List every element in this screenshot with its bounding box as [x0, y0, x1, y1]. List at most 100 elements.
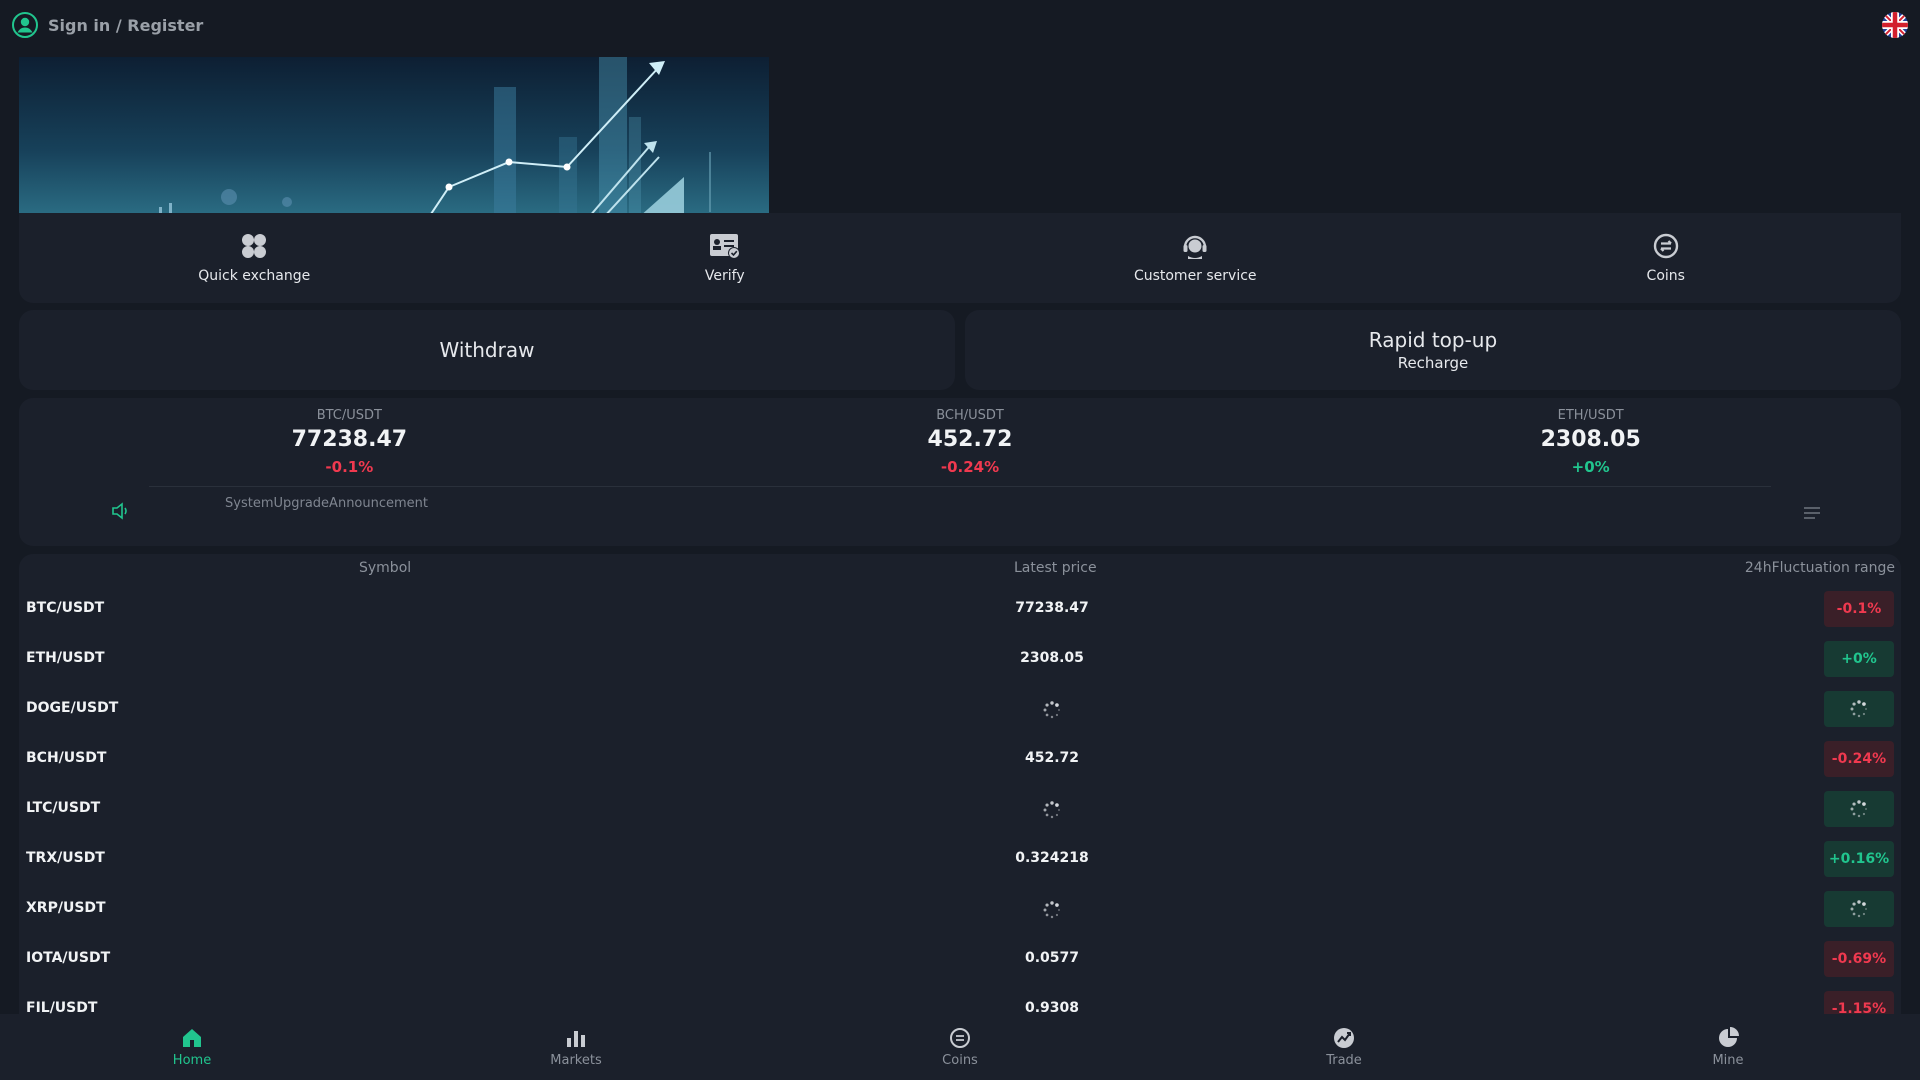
row-price: 2308.05 [1020, 650, 1084, 666]
ticker-panel: BTC/USDT 77238.47 -0.1% BCH/USDT 452.72 … [19, 398, 1901, 546]
nav-coins[interactable]: Coins [768, 1014, 1152, 1080]
row-price: 452.72 [1024, 750, 1080, 766]
verify-button[interactable]: Verify [490, 213, 961, 303]
loading-spinner-icon [1043, 801, 1060, 819]
grid-icon [242, 234, 267, 258]
ticker-item[interactable]: BCH/USDT 452.72 -0.24% [660, 408, 1281, 476]
table-row[interactable]: DOGE/USDT [19, 684, 1901, 734]
table-row[interactable]: FIL/USDT 0.9308 -1.15% [19, 984, 1901, 1014]
ticker-pair: ETH/USDT [1557, 408, 1624, 423]
row-change-badge[interactable]: -0.24% [1824, 741, 1894, 777]
row-symbol: FIL/USDT [26, 1000, 98, 1014]
announcement-text[interactable]: SystemUpgradeAnnouncement [225, 494, 525, 510]
row-change-badge[interactable]: +0% [1824, 641, 1894, 677]
ticker-price: 452.72 [927, 427, 1013, 452]
nav-trade[interactable]: Trade [1152, 1014, 1536, 1080]
row-price: 0.324218 [1015, 850, 1089, 866]
symbol-header: Symbol [359, 560, 412, 576]
row-change-badge[interactable]: -0.1% [1824, 591, 1894, 627]
row-change-badge[interactable]: -1.15% [1824, 991, 1894, 1014]
trade-icon [1334, 1027, 1354, 1048]
signin-label: Sign in / Register [48, 15, 204, 35]
table-row[interactable]: TRX/USDT 0.324218 +0.16% [19, 834, 1901, 884]
row-change-badge[interactable]: -0.69% [1824, 941, 1894, 977]
row-change-badge[interactable] [1824, 791, 1894, 827]
withdraw-label: Withdraw [439, 338, 535, 362]
nav-mine-label: Mine [1712, 1052, 1744, 1068]
nav-coins-label: Coins [942, 1052, 978, 1068]
row-price-loading [1042, 900, 1062, 924]
funds-cards: Withdraw Rapid top-up Recharge [19, 310, 1901, 390]
ticker-price: 2308.05 [1540, 427, 1641, 452]
row-symbol: BTC/USDT [26, 600, 105, 616]
fluctuation-range-header: 24hFluctuation range [1744, 560, 1895, 576]
customer-service-button[interactable]: Customer service [960, 213, 1431, 303]
coin-icon [1653, 233, 1678, 259]
market-table: Symbol Latest price 24hFluctuation range… [19, 554, 1901, 1014]
ticker-item[interactable]: ETH/USDT 2308.05 +0% [1280, 408, 1901, 476]
latest-price-header: Latest price [1014, 560, 1097, 576]
coins-button[interactable]: Coins [1431, 213, 1902, 303]
loading-spinner-icon [1850, 800, 1867, 818]
table-row[interactable]: XRP/USDT [19, 884, 1901, 934]
signin-button[interactable]: Sign in / Register [12, 12, 203, 38]
ticker-price: 77238.47 [291, 427, 408, 452]
verify-label: Verify [704, 268, 745, 284]
row-price: 0.9308 [1024, 1000, 1080, 1014]
home-icon [183, 1028, 201, 1047]
row-price-loading [1042, 700, 1062, 724]
nav-trade-label: Trade [1326, 1052, 1362, 1068]
recharge-button[interactable]: Rapid top-up Recharge [965, 310, 1901, 390]
ticker-item[interactable]: BTC/USDT 77238.47 -0.1% [39, 408, 660, 476]
nav-mine[interactable]: Mine [1536, 1014, 1920, 1080]
ticker-change: -0.24% [940, 458, 1000, 476]
quick-exchange-label: Quick exchange [198, 268, 311, 284]
row-symbol: TRX/USDT [26, 850, 105, 866]
table-row[interactable]: LTC/USDT [19, 784, 1901, 834]
growth-chart-illustration [159, 57, 711, 213]
promo-banner[interactable] [19, 57, 769, 213]
row-symbol: DOGE/USDT [26, 700, 119, 716]
row-symbol: LTC/USDT [26, 800, 101, 816]
table-row[interactable]: BCH/USDT 452.72 -0.24% [19, 734, 1901, 784]
withdraw-button[interactable]: Withdraw [19, 310, 955, 390]
loading-spinner-icon [1850, 700, 1867, 718]
speaker-icon [112, 502, 127, 520]
bottom-nav: Home Markets Coins Trade Mine [0, 1014, 1920, 1080]
row-symbol: BCH/USDT [26, 750, 107, 766]
ticker-change: +0% [1571, 458, 1610, 476]
nav-home[interactable]: Home [0, 1014, 384, 1080]
loading-spinner-icon [1043, 701, 1060, 719]
row-change-badge[interactable] [1824, 691, 1894, 727]
quick-exchange-button[interactable]: Quick exchange [19, 213, 490, 303]
user-avatar-icon [12, 12, 38, 38]
ticker-pair: BTC/USDT [316, 408, 382, 423]
pie-icon [1719, 1026, 1739, 1047]
quick-actions: Quick exchange Verify Customer service C… [19, 213, 1901, 303]
row-symbol: ETH/USDT [26, 650, 105, 666]
nav-home-label: Home [172, 1052, 212, 1068]
row-price: 0.0577 [1024, 950, 1080, 966]
row-price: 77238.47 [1015, 600, 1089, 616]
row-change-badge[interactable]: +0.16% [1824, 841, 1894, 877]
headset-icon [1183, 235, 1207, 259]
header: Sign in / Register [0, 0, 1920, 50]
ticker-pair: BCH/USDT [936, 408, 1004, 423]
ticker-change: -0.1% [325, 458, 374, 476]
uk-flag-icon[interactable] [1882, 12, 1908, 38]
menu-list-icon[interactable] [1803, 506, 1821, 520]
row-price-loading [1042, 800, 1062, 824]
coins-label: Coins [1646, 268, 1685, 284]
nav-markets[interactable]: Markets [384, 1014, 768, 1080]
table-row[interactable]: IOTA/USDT 0.0577 -0.69% [19, 934, 1901, 984]
loading-spinner-icon [1043, 901, 1060, 919]
bar-chart-icon [567, 1030, 585, 1047]
id-card-icon [709, 234, 740, 259]
row-change-badge[interactable] [1824, 891, 1894, 927]
rapid-topup-label: Rapid top-up [1368, 328, 1498, 352]
row-symbol: IOTA/USDT [26, 950, 111, 966]
table-row[interactable]: BTC/USDT 77238.47 -0.1% [19, 584, 1901, 634]
nav-markets-label: Markets [550, 1052, 602, 1068]
table-row[interactable]: ETH/USDT 2308.05 +0% [19, 634, 1901, 684]
recharge-label: Recharge [1397, 354, 1469, 372]
